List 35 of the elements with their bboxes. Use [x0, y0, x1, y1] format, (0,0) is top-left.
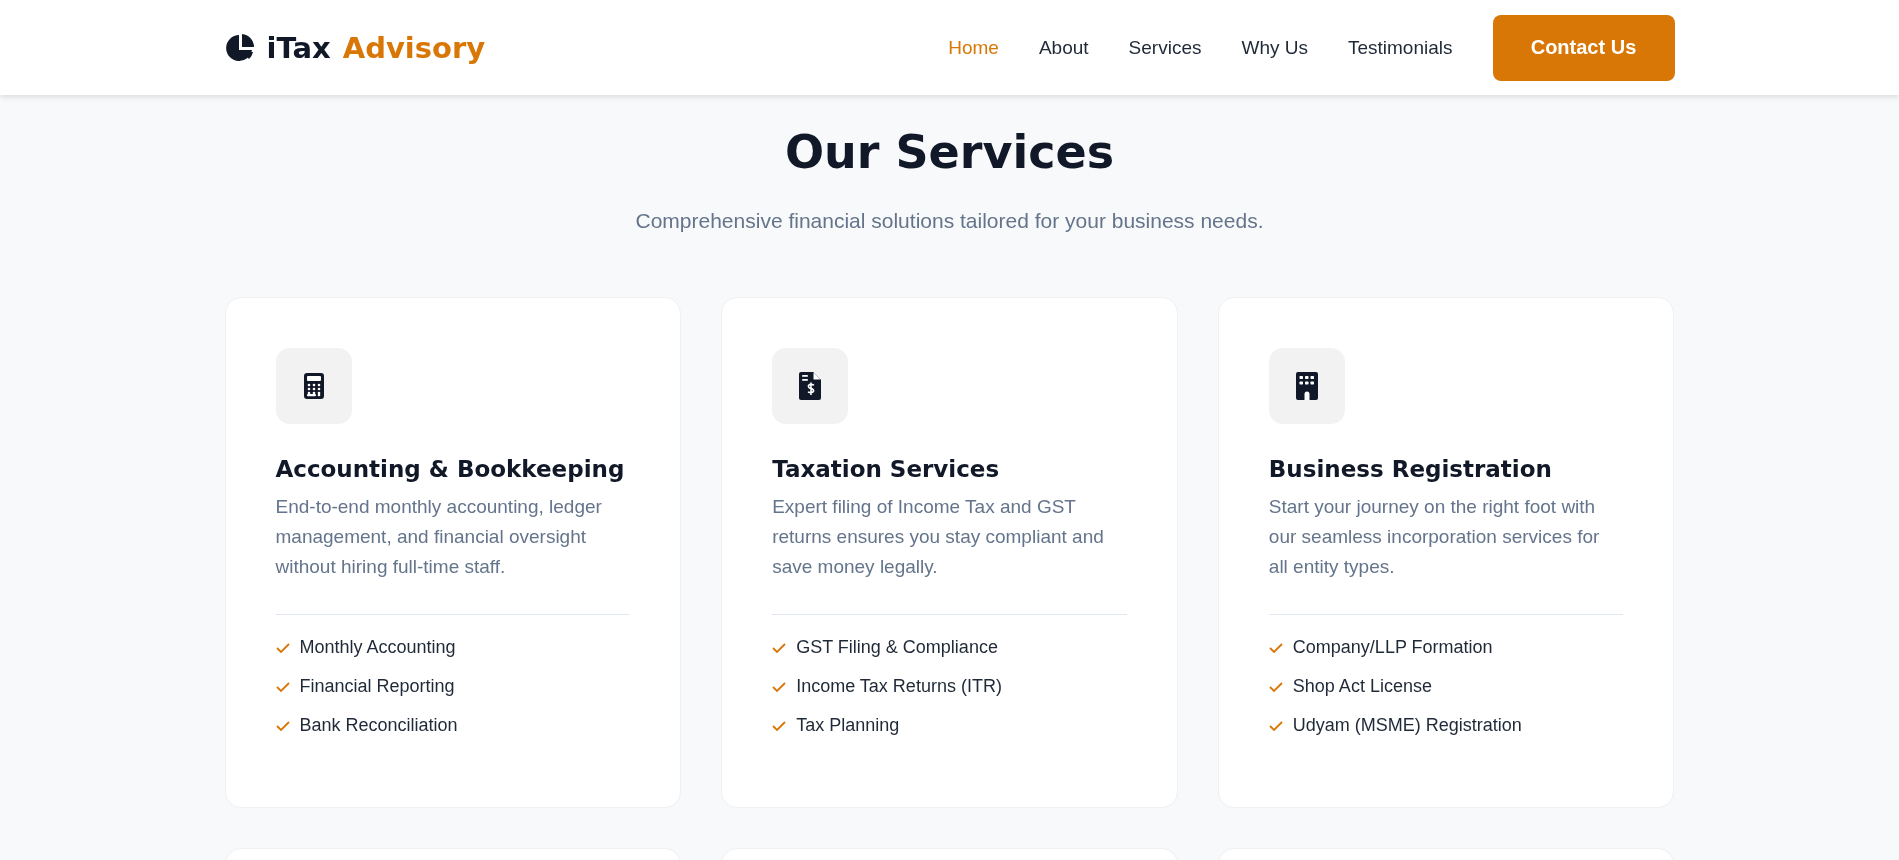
feature-text: Udyam (MSME) Registration	[1292, 715, 1522, 736]
card-description: Start your journey on the right foot with our seamless incorporation services for all entity types.	[1268, 495, 1601, 579]
check-icon	[772, 720, 787, 731]
check-icon	[275, 681, 290, 692]
pie-chart-icon	[224, 31, 257, 64]
card-title: Taxation Services	[772, 456, 1001, 482]
calculator-icon	[303, 373, 324, 399]
nav-link[interactable]: Testimonials	[1347, 36, 1453, 59]
feature-text: Income Tax Returns (ITR)	[796, 676, 1002, 697]
feature-text: Bank Reconciliation	[299, 715, 458, 736]
feature-text: Financial Reporting	[299, 676, 455, 697]
check-icon	[1268, 720, 1283, 731]
dollar-document-icon	[799, 372, 822, 400]
nav-link[interactable]: Services	[1128, 36, 1202, 59]
section-subtitle: Comprehensive financial solutions tailored for your business needs.	[634, 209, 1265, 233]
check-icon	[275, 642, 290, 653]
card-title: Business Registration	[1268, 456, 1553, 482]
card-description: End-to-end monthly accounting, ledger management, and financial oversight without hiring full-time staff.	[275, 495, 603, 579]
feature-text: Company/LLP Formation	[1292, 637, 1493, 658]
card-title: Accounting & Bookkeeping	[275, 456, 626, 482]
check-icon	[772, 681, 787, 692]
check-icon	[275, 720, 290, 731]
nav-link[interactable]: Why Us	[1241, 36, 1308, 59]
check-icon	[1268, 681, 1283, 692]
check-icon	[1268, 642, 1283, 653]
feature-text: Shop Act License	[1292, 676, 1432, 697]
feature-text: Monthly Accounting	[299, 637, 456, 658]
card-description: Expert filing of Income Tax and GST returns ensures you stay compliant and save money legally.	[772, 495, 1105, 579]
check-icon	[772, 642, 787, 653]
logo-link[interactable]: iTax Advisory	[224, 30, 486, 65]
section-title: Our Services	[783, 125, 1116, 179]
feature-text: Tax Planning	[796, 715, 900, 736]
nav-link[interactable]: About	[1038, 36, 1089, 59]
building-icon	[1295, 372, 1318, 400]
feature-text: GST Filing & Compliance	[796, 637, 998, 658]
